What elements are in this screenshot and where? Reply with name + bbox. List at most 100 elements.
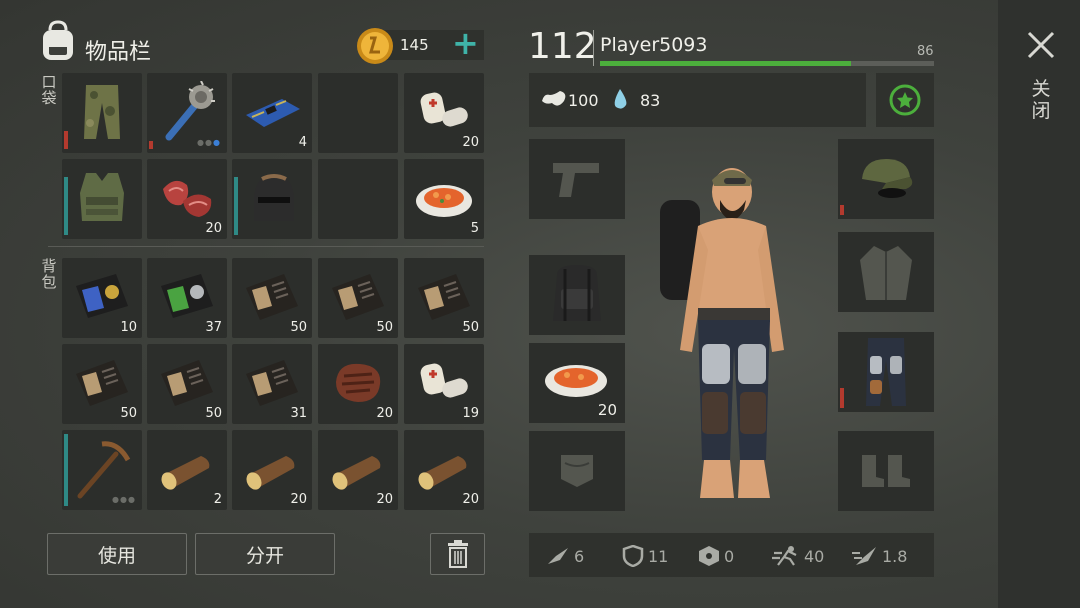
camo-cap-icon bbox=[862, 159, 913, 198]
pocket-slot-camo-pants[interactable] bbox=[62, 73, 142, 153]
backpack-slot-pickaxe[interactable]: ●●● bbox=[62, 430, 142, 510]
backpack-slot-documents[interactable]: 50 bbox=[404, 258, 484, 338]
durability-bar bbox=[840, 388, 844, 408]
torso-slot[interactable] bbox=[838, 232, 934, 312]
shield-icon bbox=[622, 545, 644, 567]
xp-bar-fill bbox=[600, 61, 851, 66]
add-coins-button[interactable]: + bbox=[452, 24, 479, 62]
favorite-button[interactable] bbox=[876, 73, 934, 127]
coin-count: 145 bbox=[400, 36, 429, 54]
pocket-slot-metal-helmet[interactable] bbox=[232, 159, 312, 239]
coin-icon bbox=[357, 28, 393, 64]
water-value: 83 bbox=[640, 91, 661, 110]
item-count: 20 bbox=[290, 492, 307, 507]
backpack-slot-documents[interactable]: 50 bbox=[147, 344, 227, 424]
green-id-card-icon bbox=[161, 274, 213, 318]
xp-bar bbox=[600, 61, 934, 66]
feet-slot[interactable] bbox=[838, 431, 934, 511]
upgrade-dots: ●●● bbox=[197, 138, 221, 147]
backpack-slot-documents[interactable]: 50 bbox=[62, 344, 142, 424]
item-count: 50 bbox=[205, 406, 222, 421]
item-count: 31 bbox=[290, 406, 307, 421]
pocket-slot-camo-vest[interactable] bbox=[62, 159, 142, 239]
backpack-slot-documents[interactable]: 50 bbox=[232, 258, 312, 338]
pocket-slot-spiked-mace[interactable]: ●●● bbox=[147, 73, 227, 153]
item-count: 50 bbox=[120, 406, 137, 421]
item-count: 2 bbox=[213, 492, 222, 507]
durability-bar bbox=[64, 434, 68, 506]
backpack-slot-log[interactable]: 2 bbox=[147, 430, 227, 510]
backpack-slot-steak[interactable]: 20 bbox=[318, 344, 398, 424]
trash-icon bbox=[447, 540, 468, 568]
circuit-board-icon bbox=[246, 99, 300, 127]
item-count: 37 bbox=[205, 320, 222, 335]
log-icon bbox=[332, 456, 381, 490]
pocket-slot-empty[interactable] bbox=[318, 159, 398, 239]
swift-knife-icon bbox=[852, 547, 876, 565]
bandage-icon bbox=[420, 92, 468, 127]
metal-helmet-icon bbox=[254, 174, 294, 221]
food-value: 100 bbox=[568, 91, 599, 110]
pocket-slot[interactable] bbox=[529, 431, 625, 511]
player-name: Player5093 bbox=[600, 34, 708, 56]
boots-icon bbox=[862, 455, 910, 487]
item-count: 20 bbox=[462, 135, 479, 150]
pocket-slot-circuit-board[interactable]: 4 bbox=[232, 73, 312, 153]
use-button[interactable]: 使用 bbox=[47, 533, 187, 575]
close-icon[interactable] bbox=[1027, 31, 1055, 59]
documents-icon bbox=[246, 360, 298, 406]
defense-value: 11 bbox=[648, 546, 669, 566]
player-character bbox=[660, 168, 784, 498]
upgrade-dots: ●●● bbox=[112, 495, 136, 504]
food-count: 20 bbox=[597, 401, 617, 419]
pocket-slot-bandage[interactable]: 20 bbox=[404, 73, 484, 153]
backpack-slot-green-id-card[interactable]: 37 bbox=[147, 258, 227, 338]
durability-bar bbox=[64, 177, 68, 235]
item-count: 50 bbox=[376, 320, 393, 335]
food-slot[interactable]: 20 bbox=[529, 343, 625, 423]
food-plate-icon bbox=[416, 185, 472, 217]
camo-vest-icon bbox=[80, 173, 124, 221]
weapon-slot[interactable] bbox=[529, 139, 625, 219]
close-label[interactable]: 关闭 bbox=[1031, 78, 1051, 122]
pockets-label: 口袋 bbox=[41, 73, 57, 107]
tactical-backpack-icon bbox=[553, 265, 601, 321]
log-icon bbox=[161, 456, 210, 490]
level-separator bbox=[593, 30, 594, 66]
pistol-icon bbox=[553, 163, 599, 197]
defense-stat: 11 bbox=[622, 544, 668, 568]
documents-icon bbox=[161, 360, 213, 406]
trash-button[interactable] bbox=[430, 533, 485, 575]
backpack-slot[interactable] bbox=[529, 255, 625, 335]
backpack-slot-blue-id-card[interactable]: 10 bbox=[62, 258, 142, 338]
inventory-title: 物品栏 bbox=[85, 40, 152, 65]
section-divider bbox=[48, 246, 484, 247]
radiation-icon bbox=[699, 546, 719, 566]
pocket-slot-empty[interactable] bbox=[318, 73, 398, 153]
pocket-slot-food-plate[interactable]: 5 bbox=[404, 159, 484, 239]
pocket-slot-raw-meat[interactable]: 20 bbox=[147, 159, 227, 239]
backpack-slot-documents[interactable]: 50 bbox=[318, 258, 398, 338]
durability-bar bbox=[234, 177, 238, 235]
backpack-slot-log[interactable]: 20 bbox=[404, 430, 484, 510]
backpack-slot-log[interactable]: 20 bbox=[318, 430, 398, 510]
backpack-slot-log[interactable]: 20 bbox=[232, 430, 312, 510]
split-button[interactable]: 分开 bbox=[195, 533, 335, 575]
item-count: 4 bbox=[298, 135, 307, 150]
item-count: 20 bbox=[376, 492, 393, 507]
legs-slot[interactable] bbox=[838, 332, 934, 412]
backpack-label: 背包 bbox=[41, 257, 57, 291]
running-icon bbox=[772, 546, 797, 566]
head-slot[interactable] bbox=[838, 139, 934, 219]
backpack-slot-documents[interactable]: 31 bbox=[232, 344, 312, 424]
backpack-icon bbox=[43, 20, 73, 60]
xp-value: 86 bbox=[917, 44, 934, 59]
knife-icon bbox=[548, 548, 568, 564]
durability-bar bbox=[149, 141, 153, 149]
item-count: 10 bbox=[120, 320, 137, 335]
item-count: 20 bbox=[462, 492, 479, 507]
attack-value: 6 bbox=[574, 546, 585, 566]
backpack-slot-bandage[interactable]: 19 bbox=[404, 344, 484, 424]
log-icon bbox=[418, 456, 467, 490]
camo-pants-icon bbox=[84, 85, 120, 139]
